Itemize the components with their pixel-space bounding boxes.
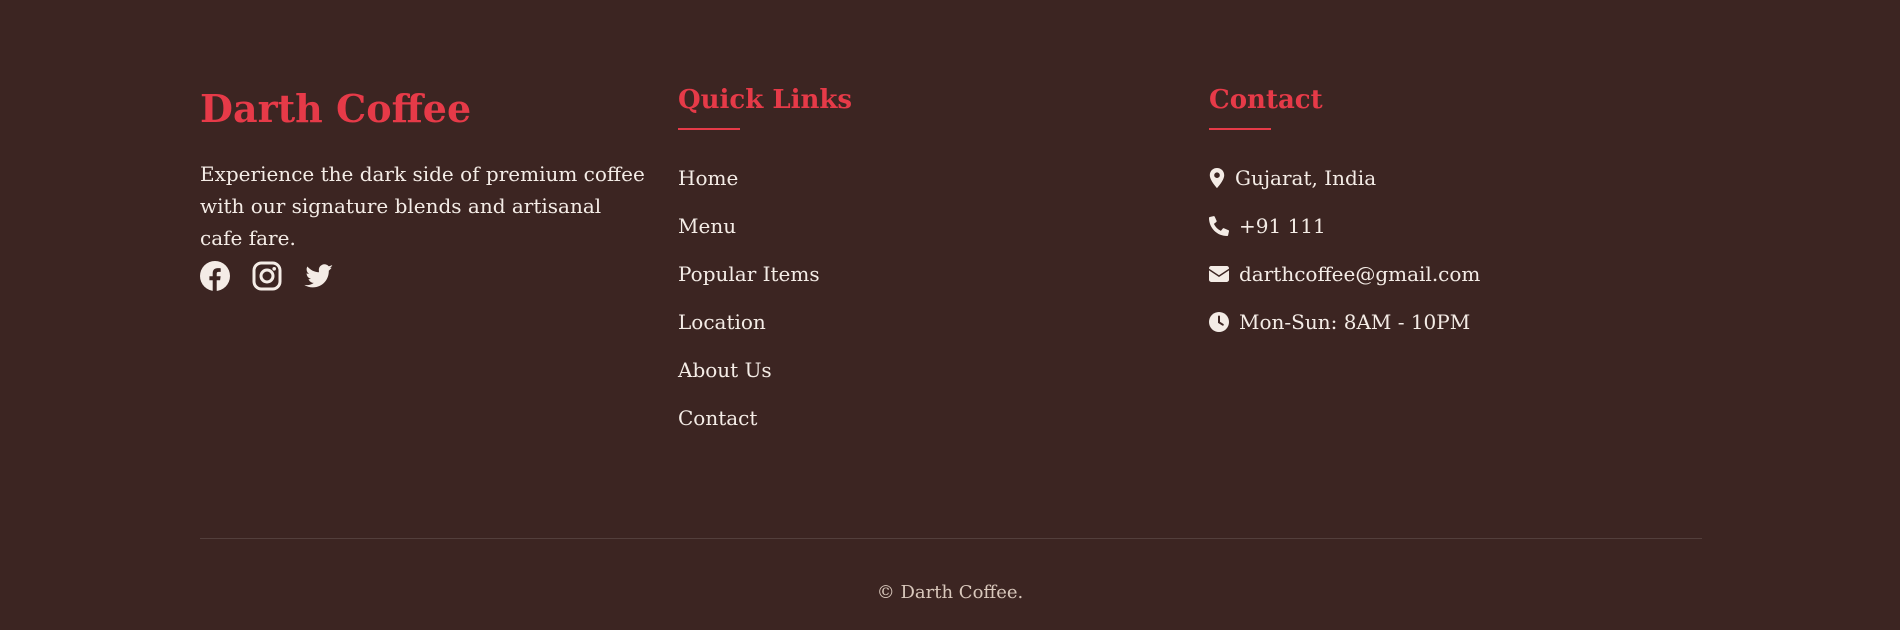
contact-hours: Mon-Sun: 8AM - 10PM <box>1209 309 1470 335</box>
quick-link-contact[interactable]: Contact <box>678 405 757 431</box>
map-pin-icon <box>1209 168 1225 188</box>
contact-location-text: Gujarat, India <box>1235 166 1377 190</box>
footer-divider <box>200 538 1702 539</box>
brand-description: Experience the dark side of premium coff… <box>200 162 645 250</box>
facebook-icon <box>200 261 230 291</box>
contact-section: Contact Gujarat, India +91 111 darthcoff… <box>1209 84 1480 334</box>
contact-location: Gujarat, India <box>1209 165 1376 191</box>
contact-hours-text: Mon-Sun: 8AM - 10PM <box>1239 310 1471 334</box>
instagram-icon <box>252 261 282 291</box>
brand-title: Darth Coffee <box>200 86 472 131</box>
quick-link-popular-items[interactable]: Popular Items <box>678 261 820 287</box>
contact-phone: +91 111 <box>1209 213 1326 239</box>
contact-email-text: darthcoffee@gmail.com <box>1239 262 1481 286</box>
copyright-text: © Darth Coffee. <box>876 582 1024 603</box>
facebook-link[interactable] <box>200 261 230 291</box>
clock-icon <box>1209 312 1229 332</box>
quick-link-location[interactable]: Location <box>678 309 766 335</box>
mail-icon <box>1209 266 1229 282</box>
contact-title: Contact <box>1209 85 1323 115</box>
contact-underline <box>1209 128 1271 130</box>
quick-link-home[interactable]: Home <box>678 165 738 191</box>
contact-phone-text: +91 111 <box>1239 214 1326 238</box>
quick-links-title: Quick Links <box>678 85 853 115</box>
twitter-icon <box>304 264 333 288</box>
quick-link-about-us[interactable]: About Us <box>678 357 772 383</box>
twitter-link[interactable] <box>304 261 334 291</box>
phone-icon <box>1209 216 1229 236</box>
quick-link-menu[interactable]: Menu <box>678 213 736 239</box>
site-footer: Darth Coffee Experience the dark side of… <box>0 0 1900 630</box>
instagram-link[interactable] <box>252 261 282 291</box>
quick-links-underline <box>678 128 740 130</box>
quick-links-section: Quick Links Home Menu Popular Items Loca… <box>678 84 853 430</box>
contact-email: darthcoffee@gmail.com <box>1209 261 1480 287</box>
social-links <box>200 261 334 291</box>
